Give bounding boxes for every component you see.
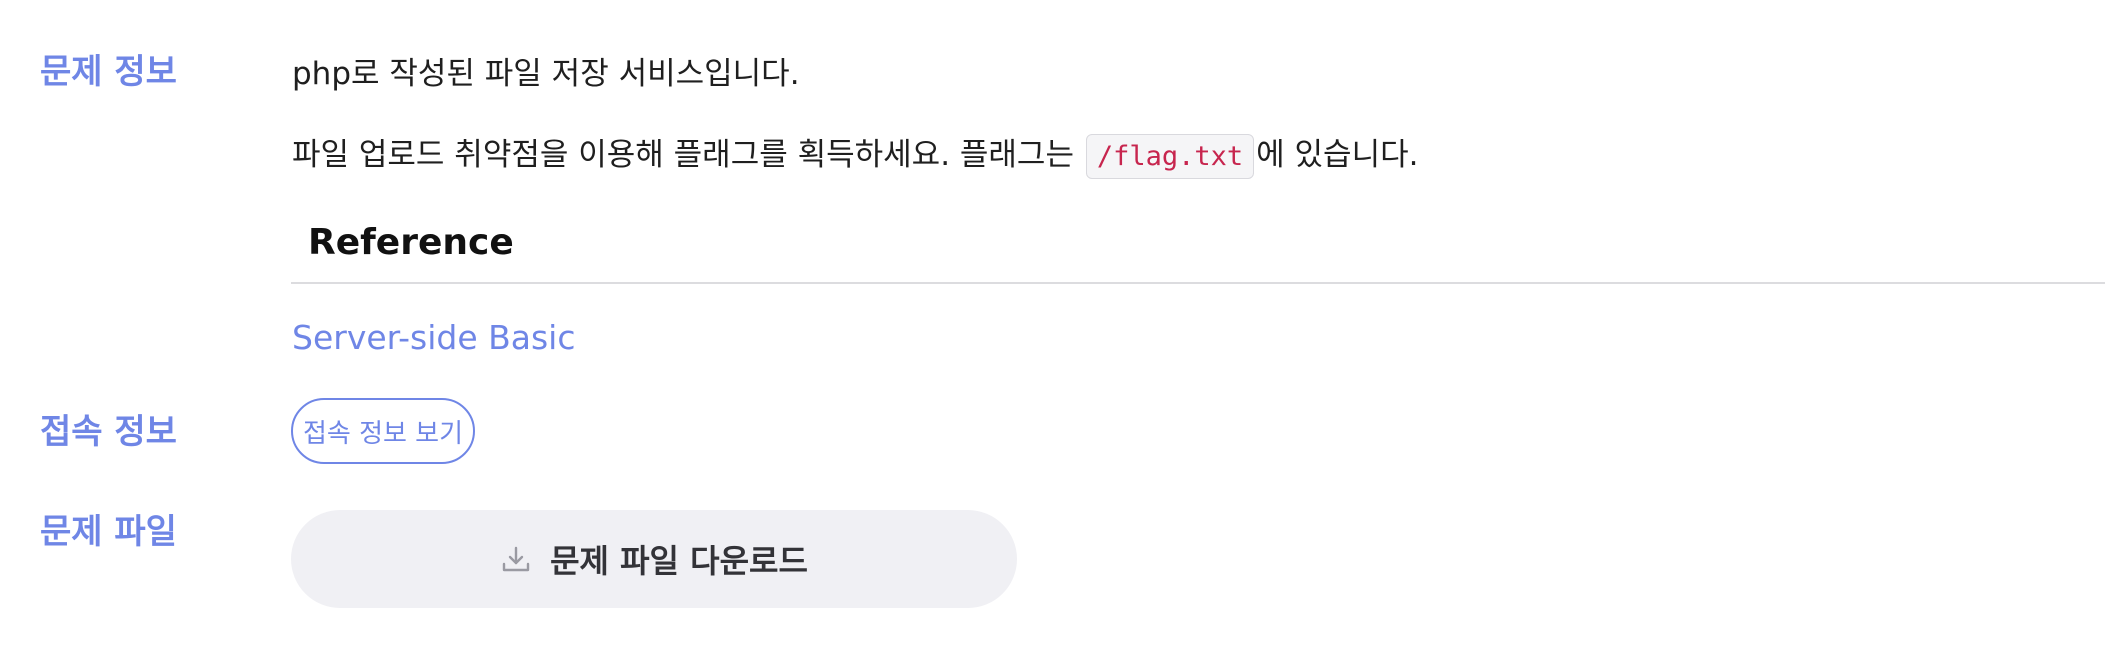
download-button-label: 문제 파일 다운로드	[550, 542, 808, 580]
reference-heading: Reference	[308, 222, 514, 263]
flag-path-code: /flag.txt	[1085, 134, 1255, 180]
description-line-1: php로 작성된 파일 저장 서비스입니다.	[292, 56, 800, 92]
description-line-2-suffix: 에 있습니다.	[1256, 137, 1419, 174]
access-info-label: 접속 정보	[40, 412, 177, 452]
reference-link-server-side-basic[interactable]: Server-side Basic	[292, 318, 575, 357]
description-line-2-text: 파일 업로드 취약점을 이용해 플래그를 획득하세요. 플래그는	[292, 137, 1084, 174]
download-problem-file-button[interactable]: 문제 파일 다운로드	[291, 510, 1017, 608]
reference-divider	[291, 282, 2105, 284]
view-access-info-button[interactable]: 접속 정보 보기	[291, 398, 475, 464]
download-icon	[500, 543, 532, 575]
description-line-2: 파일 업로드 취약점을 이용해 플래그를 획득하세요. 플래그는 /flag.t…	[292, 134, 1419, 180]
problem-info-label: 문제 정보	[40, 52, 177, 92]
problem-file-label: 문제 파일	[40, 512, 177, 552]
